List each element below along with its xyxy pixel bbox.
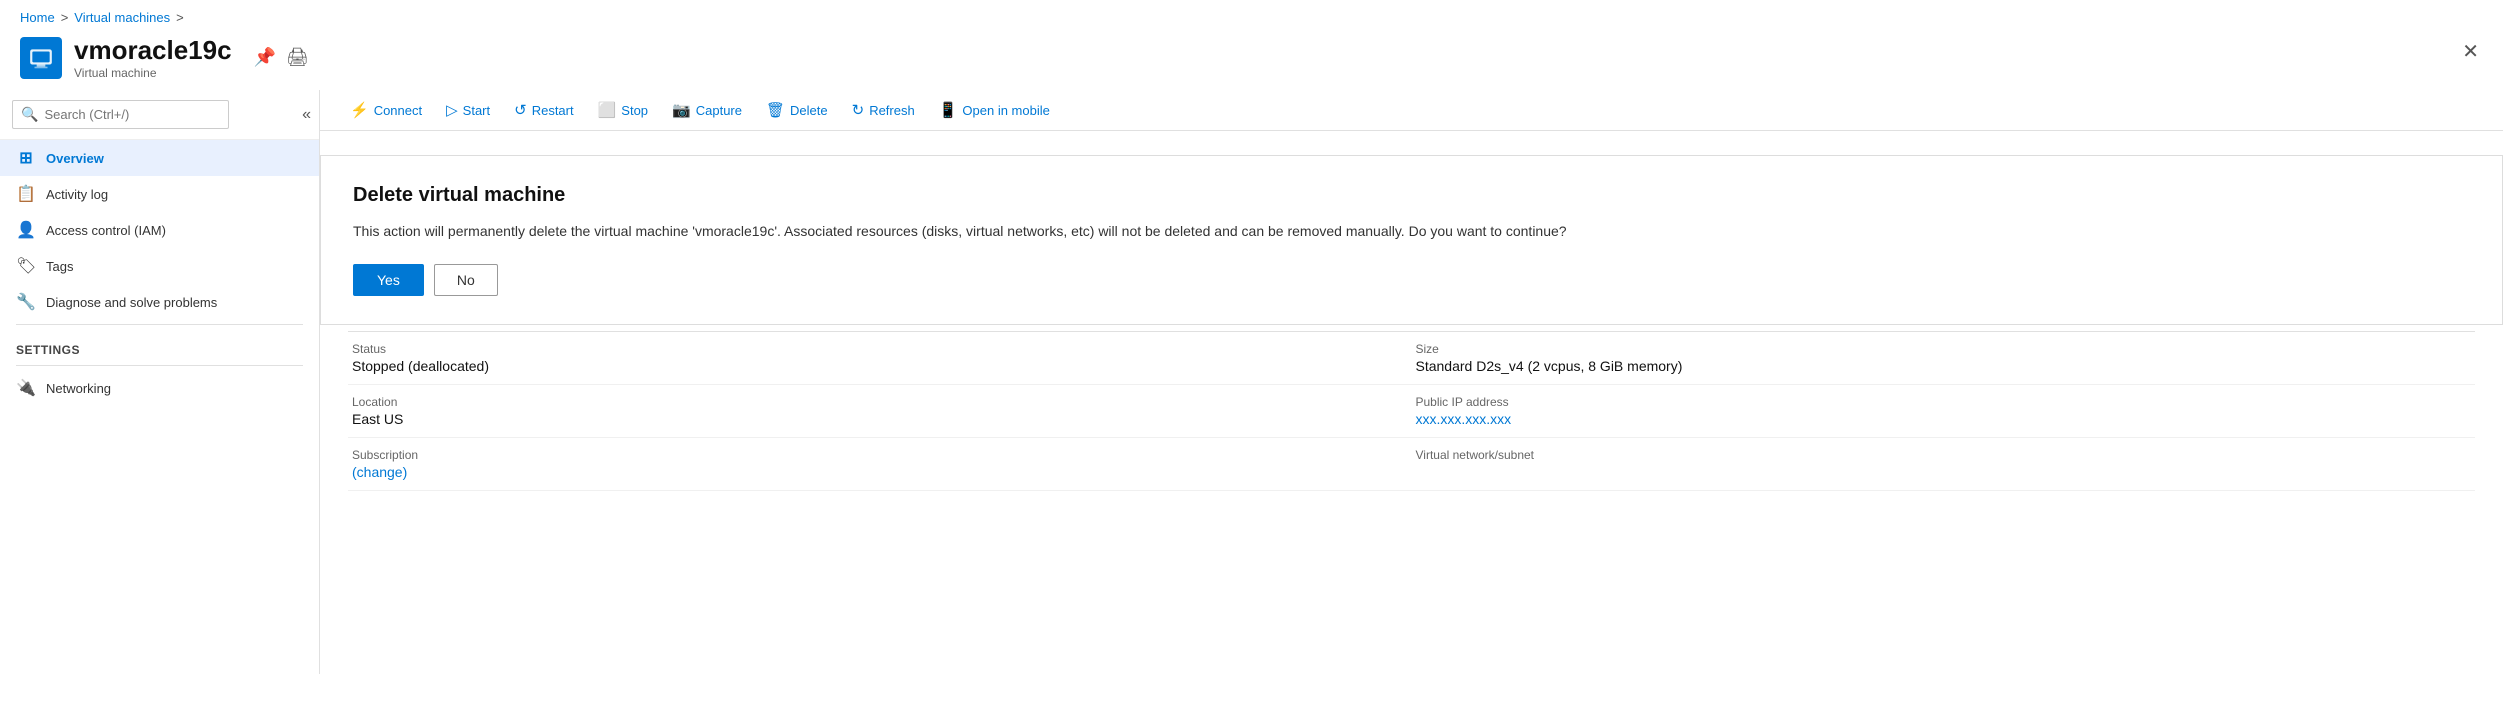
breadcrumb-home[interactable]: Home	[20, 10, 55, 25]
search-icon: 🔍	[21, 106, 38, 123]
delete-label: Delete	[790, 103, 828, 118]
breadcrumb-sep1: >	[61, 10, 69, 25]
info-grid: Status Stopped (deallocated) Size Standa…	[348, 331, 2475, 491]
refresh-button[interactable]: ↻ Refresh	[842, 96, 925, 124]
start-button[interactable]: ▷ Start	[436, 96, 500, 124]
no-button[interactable]: No	[434, 264, 498, 296]
public-ip-cell: Public IP address xxx.xxx.xxx.xxx	[1412, 385, 2476, 438]
location-label: Location	[352, 395, 1408, 409]
vm-header: vmoracle19c Virtual machine 📌 🖨 ✕	[0, 29, 2503, 90]
settings-section-title: Settings	[0, 329, 319, 361]
stop-icon: ⬜	[598, 101, 617, 119]
sidebar-item-label-activity-log: Activity log	[46, 187, 108, 202]
connect-button[interactable]: ⚡ Connect	[340, 96, 432, 124]
header-icons: 📌 🖨	[254, 47, 309, 68]
dialog-title: Delete virtual machine	[353, 184, 2470, 207]
status-cell: Status Stopped (deallocated)	[348, 332, 1412, 385]
public-ip-label: Public IP address	[1416, 395, 2472, 409]
sidebar-item-label-access-control: Access control (IAM)	[46, 223, 166, 238]
location-cell: Location East US	[348, 385, 1412, 438]
nav-divider	[16, 324, 303, 325]
breadcrumb-sep2: >	[176, 10, 184, 25]
activity-log-icon: 📋	[16, 184, 36, 204]
stop-button[interactable]: ⬜ Stop	[588, 96, 658, 124]
sidebar-search-row: 🔍 «	[0, 90, 319, 140]
sidebar-item-tags[interactable]: 🏷 Tags	[0, 248, 319, 284]
restart-label: Restart	[532, 103, 574, 118]
vm-subtitle: Virtual machine	[74, 66, 232, 80]
dialog-buttons: Yes No	[353, 264, 2470, 296]
sidebar-item-label-tags: Tags	[46, 259, 73, 274]
close-button[interactable]: ✕	[2458, 35, 2483, 68]
sidebar-item-label-diagnose: Diagnose and solve problems	[46, 295, 217, 310]
status-label: Status	[352, 342, 1408, 356]
subscription-label: Subscription	[352, 448, 1408, 462]
subscription-change-link[interactable]: (change)	[352, 464, 407, 480]
mobile-icon: 📱	[939, 101, 958, 119]
search-box[interactable]: 🔍	[12, 100, 229, 129]
sidebar-item-diagnose[interactable]: 🔧 Diagnose and solve problems	[0, 284, 319, 320]
vm-name: vmoracle19c	[74, 35, 232, 66]
open-mobile-label: Open in mobile	[962, 103, 1049, 118]
networking-icon: 🔌	[16, 378, 36, 398]
sidebar-item-label-networking: Networking	[46, 381, 111, 396]
location-value: East US	[352, 411, 1408, 427]
connect-icon: ⚡	[350, 101, 369, 119]
vm-info-section: Status Stopped (deallocated) Size Standa…	[348, 331, 2475, 491]
sidebar-item-overview[interactable]: ⊞ Overview	[0, 140, 319, 176]
size-label: Size	[1416, 342, 2472, 356]
capture-icon: 📷	[672, 101, 691, 119]
open-mobile-button[interactable]: 📱 Open in mobile	[929, 96, 1060, 124]
vm-icon	[20, 37, 62, 79]
stop-label: Stop	[621, 103, 648, 118]
public-ip-value[interactable]: xxx.xxx.xxx.xxx	[1416, 411, 1512, 427]
capture-button[interactable]: 📷 Capture	[662, 96, 752, 124]
pin-icon[interactable]: 📌	[254, 47, 276, 68]
breadcrumb: Home > Virtual machines >	[0, 0, 2503, 29]
search-input[interactable]	[44, 107, 220, 122]
sidebar-item-activity-log[interactable]: 📋 Activity log	[0, 176, 319, 212]
vnet-cell: Virtual network/subnet	[1412, 438, 2476, 491]
toolbar: ⚡ Connect ▷ Start ↺ Restart ⬜ Stop 📷 Cap…	[320, 90, 2503, 131]
subscription-cell: Subscription (change)	[348, 438, 1412, 491]
sidebar-item-access-control[interactable]: 👤 Access control (IAM)	[0, 212, 319, 248]
sidebar: 🔍 « ⊞ Overview 📋 Activity log 👤 Access c…	[0, 90, 320, 674]
refresh-icon: ↻	[852, 101, 865, 119]
refresh-label: Refresh	[869, 103, 915, 118]
vm-title-block: vmoracle19c Virtual machine	[74, 35, 232, 80]
size-value: Standard D2s_v4 (2 vcpus, 8 GiB memory)	[1416, 358, 2472, 374]
overview-icon: ⊞	[16, 148, 36, 168]
capture-label: Capture	[696, 103, 742, 118]
sidebar-nav: ⊞ Overview 📋 Activity log 👤 Access contr…	[0, 140, 319, 674]
yes-button[interactable]: Yes	[353, 264, 424, 296]
subscription-value: (change)	[352, 464, 1408, 480]
dialog-message: This action will permanently delete the …	[353, 221, 2470, 242]
collapse-button[interactable]: «	[294, 102, 319, 128]
size-cell: Size Standard D2s_v4 (2 vcpus, 8 GiB mem…	[1412, 332, 2476, 385]
connect-label: Connect	[374, 103, 422, 118]
tags-icon: 🏷	[16, 256, 36, 276]
delete-icon: 🗑	[766, 101, 785, 119]
delete-dialog: Delete virtual machine This action will …	[320, 155, 2503, 325]
sidebar-item-networking[interactable]: 🔌 Networking	[0, 370, 319, 406]
start-label: Start	[463, 103, 490, 118]
access-control-icon: 👤	[16, 220, 36, 240]
delete-button[interactable]: 🗑 Delete	[756, 96, 838, 124]
print-icon[interactable]: 🖨	[286, 47, 309, 68]
start-icon: ▷	[446, 101, 458, 119]
vnet-label: Virtual network/subnet	[1416, 448, 2472, 462]
restart-button[interactable]: ↺ Restart	[504, 96, 583, 124]
sidebar-item-label-overview: Overview	[46, 151, 104, 166]
restart-icon: ↺	[514, 101, 527, 119]
status-value: Stopped (deallocated)	[352, 358, 1408, 374]
breadcrumb-vms[interactable]: Virtual machines	[74, 10, 170, 25]
diagnose-icon: 🔧	[16, 292, 36, 312]
nav-divider-2	[16, 365, 303, 366]
